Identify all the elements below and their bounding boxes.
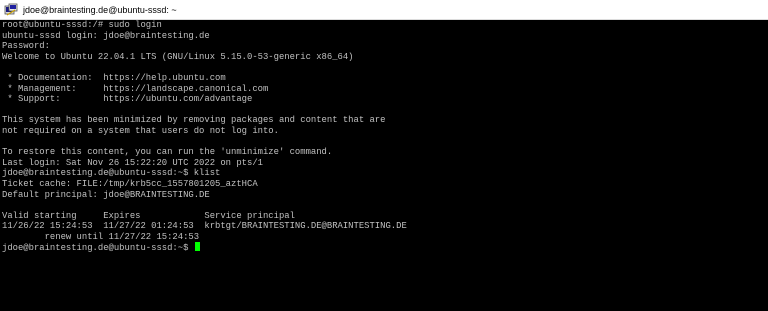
terminal-line: To restore this content, you can run the…: [2, 147, 333, 158]
terminal-line: jdoe@braintesting.de@ubuntu-sssd:~$ klis…: [2, 168, 221, 179]
terminal-line: root@ubuntu-sssd:/# sudo login: [2, 20, 162, 30]
terminal-output[interactable]: root@ubuntu-sssd:/# sudo login ubuntu-ss…: [0, 20, 768, 311]
terminal-prompt-line[interactable]: jdoe@braintesting.de@ubuntu-sssd:~$: [2, 242, 768, 253]
shell-prompt: jdoe@braintesting.de@ubuntu-sssd:~$: [2, 243, 194, 254]
terminal-line: Default principal: jdoe@BRAINTESTING.DE: [2, 189, 210, 200]
window-title: jdoe@braintesting.de@ubuntu-sssd: ~: [23, 4, 177, 15]
terminal-line: This system has been minimized by removi…: [2, 115, 386, 126]
terminal-line: * Support: https://ubuntu.com/advantage: [2, 94, 253, 105]
terminal-line: Welcome to Ubuntu 22.04.1 LTS (GNU/Linux…: [2, 51, 354, 62]
terminal-line: Valid starting Expires Service principal: [2, 210, 295, 221]
terminal-window: jdoe@braintesting.de@ubuntu-sssd: ~ root…: [0, 0, 768, 311]
putty-terminal-icon[interactable]: [4, 3, 18, 17]
terminal-line: * Management: https://landscape.canonica…: [2, 83, 269, 94]
title-bar[interactable]: jdoe@braintesting.de@ubuntu-sssd: ~: [0, 0, 768, 20]
terminal-line: Password:: [2, 41, 50, 52]
terminal-line: not required on a system that users do n…: [2, 125, 279, 136]
terminal-cursor: [194, 242, 200, 252]
terminal-line: ubuntu-sssd login: jdoe@braintesting.de: [2, 30, 210, 41]
terminal-line: Last login: Sat Nov 26 15:22:20 UTC 2022…: [2, 157, 263, 168]
terminal-line: renew until 11/27/22 15:24:53: [2, 231, 200, 242]
terminal-line: * Documentation: https://help.ubuntu.com: [2, 72, 226, 83]
terminal-line: 11/26/22 15:24:53 11/27/22 01:24:53 krbt…: [2, 221, 407, 232]
terminal-line: Ticket cache: FILE:/tmp/krb5cc_155780120…: [2, 178, 258, 189]
